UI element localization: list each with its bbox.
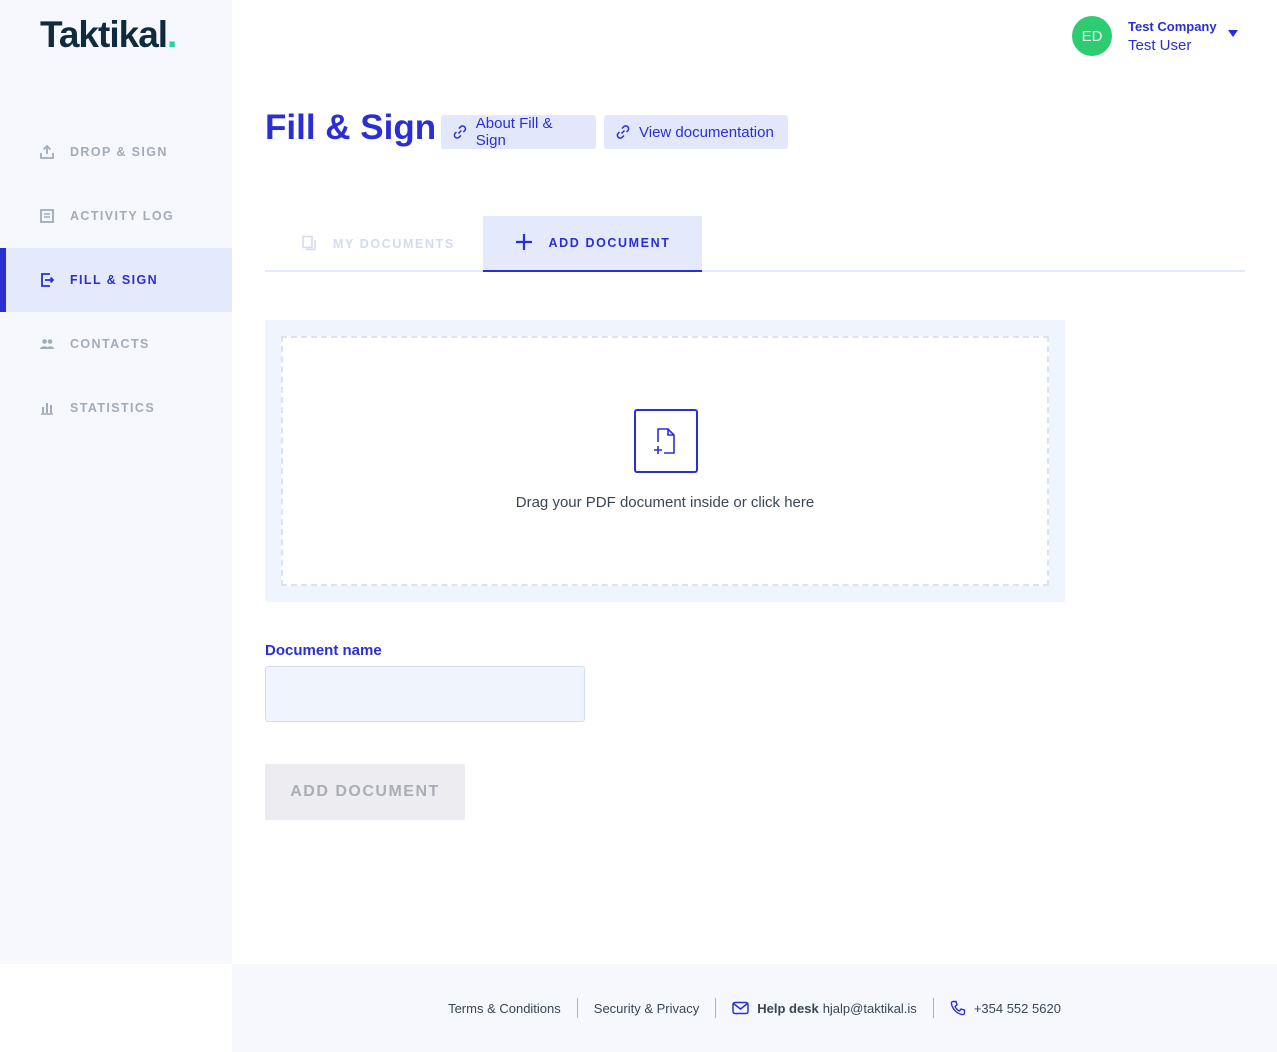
add-document-button[interactable]: ADD DOCUMENT [265, 764, 465, 820]
document-tabs: MY DOCUMENTS ADD DOCUMENT [265, 216, 1245, 272]
document-name-input[interactable] [265, 666, 585, 722]
fill-sign-icon [38, 271, 56, 289]
document-name-label: Document name [265, 642, 382, 659]
tab-my-documents[interactable]: MY DOCUMENTS [301, 216, 455, 272]
link-icon [616, 125, 630, 139]
bar-chart-icon [38, 399, 56, 417]
taktikal-logo[interactable]: Taktikal. [40, 14, 177, 56]
helpdesk-label: Help desk [757, 1000, 819, 1016]
mail-icon [732, 1001, 750, 1015]
helpdesk[interactable]: Help desk hjalp@taktikal.is [716, 1001, 933, 1016]
sidebar-item-label: CONTACTS [70, 337, 150, 351]
sidebar-item-activity-log[interactable]: ACTIVITY LOG [0, 184, 232, 248]
link-icon [453, 125, 467, 139]
tab-label: MY DOCUMENTS [333, 237, 455, 251]
privacy-link[interactable]: Security & Privacy [594, 1001, 699, 1016]
footer: Terms & Conditions Security & Privacy He… [232, 964, 1277, 1052]
company-name: Test Company [1128, 18, 1217, 34]
user-menu[interactable]: ED Test Company Test User [1072, 16, 1238, 56]
dropzone-text: Drag your PDF document inside or click h… [515, 494, 815, 511]
docs-link-label: View documentation [639, 123, 774, 141]
sidebar: Taktikal. DROP & SIGN ACTIVITY LOG FILL … [0, 0, 232, 964]
dropzone-container: Drag your PDF document inside or click h… [265, 320, 1065, 602]
helpdesk-email-link[interactable]: hjalp@taktikal.is [823, 1001, 917, 1016]
documents-icon [301, 235, 317, 254]
sidebar-item-statistics[interactable]: STATISTICS [0, 376, 232, 440]
footer-links: Terms & Conditions Security & Privacy He… [232, 998, 1277, 1018]
people-icon [38, 335, 56, 353]
plus-icon [515, 233, 533, 254]
chevron-down-icon[interactable] [1228, 30, 1238, 37]
document-list-icon [38, 207, 56, 225]
phone[interactable]: +354 552 5620 [934, 1000, 1077, 1016]
view-documentation-link[interactable]: View documentation [604, 115, 788, 149]
sidebar-item-label: DROP & SIGN [70, 145, 168, 159]
terms-link[interactable]: Terms & Conditions [448, 1001, 561, 1016]
add-file-icon [634, 409, 698, 473]
pdf-dropzone[interactable]: Drag your PDF document inside or click h… [281, 336, 1049, 586]
user-name: Test User [1128, 36, 1192, 54]
avatar[interactable]: ED [1072, 16, 1112, 56]
upload-icon [38, 143, 56, 161]
sidebar-nav: DROP & SIGN ACTIVITY LOG FILL & SIGN CON… [0, 120, 232, 440]
phone-icon [950, 1000, 966, 1016]
about-fill-sign-link[interactable]: About Fill & Sign [441, 115, 596, 149]
user-info: Test Company Test User [1128, 19, 1217, 54]
tab-label: ADD DOCUMENT [548, 236, 671, 250]
phone-number: +354 552 5620 [973, 1000, 1061, 1016]
page-title: Fill & Sign [265, 108, 437, 147]
sidebar-item-fill-sign[interactable]: FILL & SIGN [0, 248, 232, 312]
tab-add-document[interactable]: ADD DOCUMENT [483, 216, 702, 272]
sidebar-item-drop-sign[interactable]: DROP & SIGN [0, 120, 232, 184]
sidebar-item-label: FILL & SIGN [70, 273, 159, 287]
about-link-label: About Fill & Sign [475, 115, 553, 149]
sidebar-item-contacts[interactable]: CONTACTS [0, 312, 232, 376]
sidebar-item-label: STATISTICS [70, 401, 156, 415]
sidebar-item-label: ACTIVITY LOG [70, 209, 175, 223]
